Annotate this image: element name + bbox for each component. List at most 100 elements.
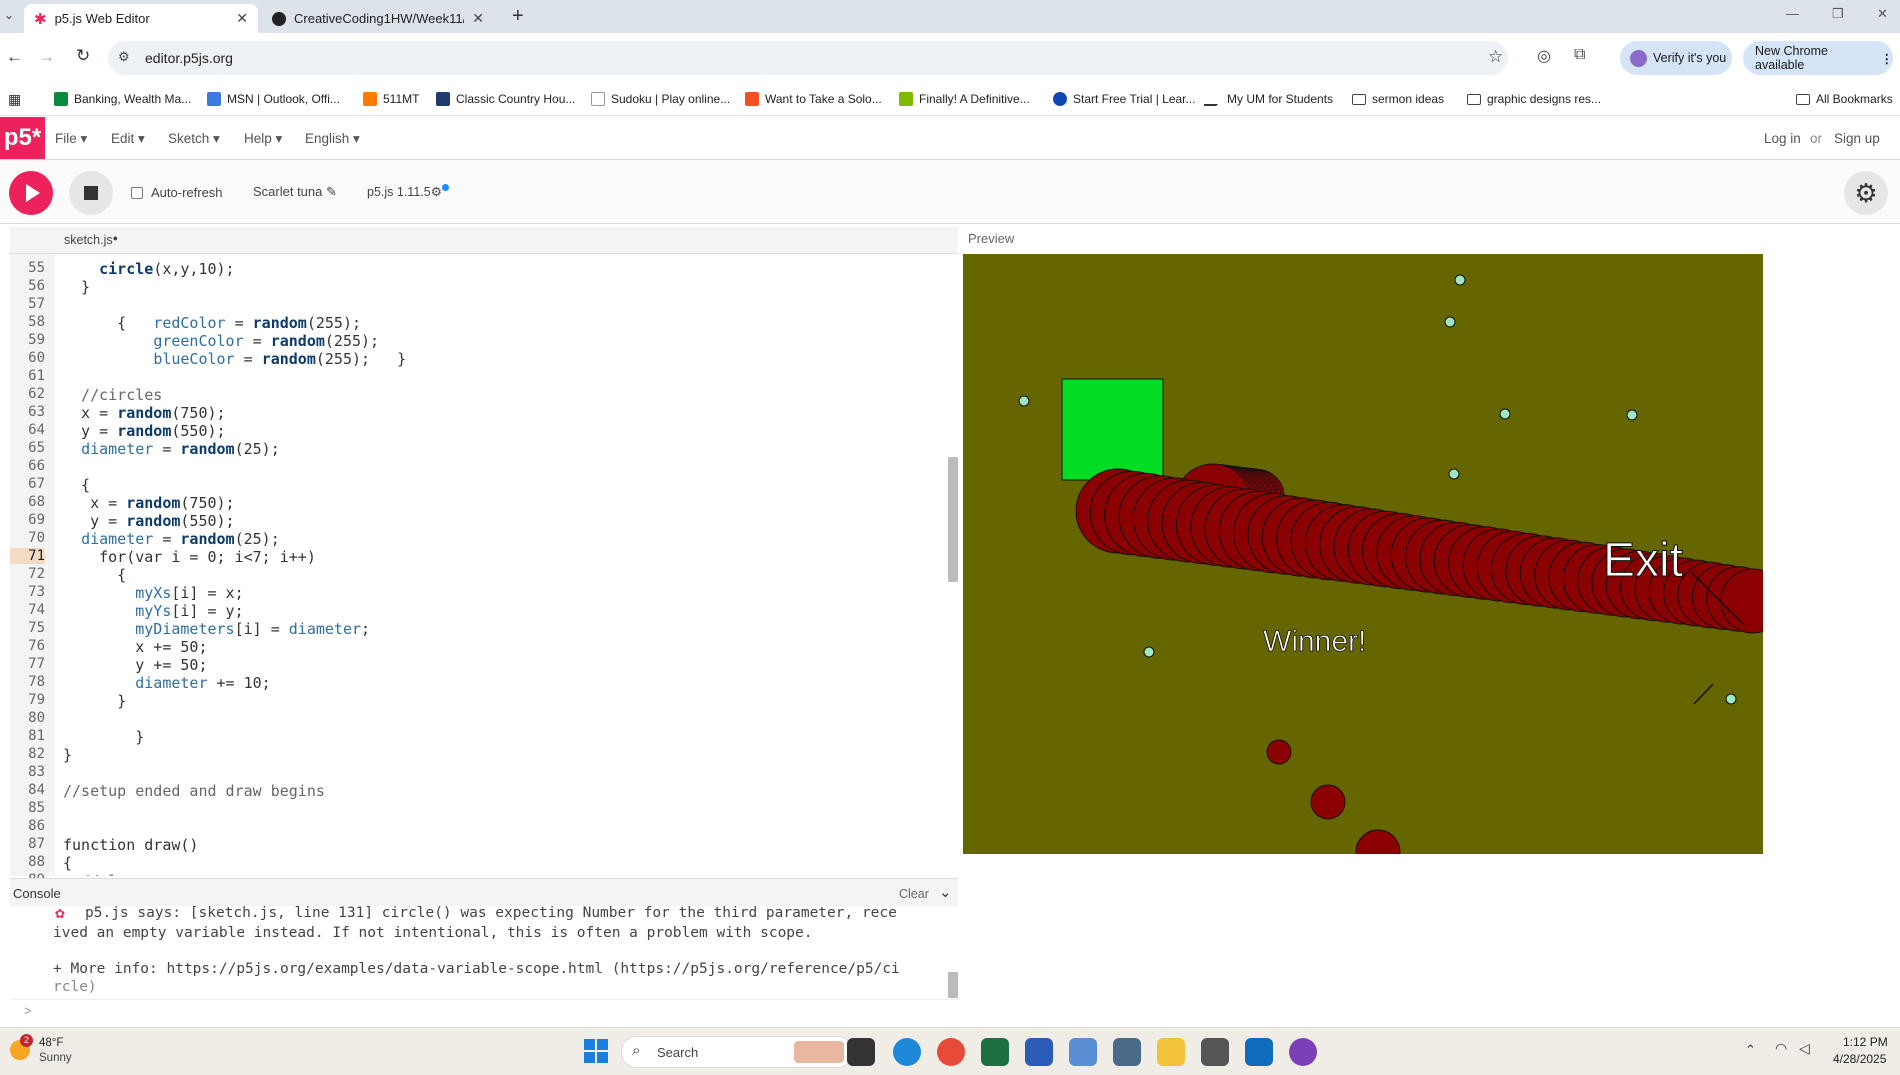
red-circle bbox=[1355, 829, 1401, 854]
file-tab[interactable]: sketch.js● bbox=[64, 233, 118, 247]
snipping-tool-icon[interactable] bbox=[1069, 1038, 1097, 1066]
bookmark-item[interactable]: Start Free Trial | Lear... bbox=[1053, 92, 1196, 106]
bookmark-item[interactable]: MSN | Outlook, Offi... bbox=[207, 92, 340, 106]
menu-sketch[interactable]: Sketch ▾ bbox=[168, 131, 220, 147]
bookmark-label: My UM for Students bbox=[1227, 92, 1334, 106]
clock-date[interactable]: 4/28/2025 bbox=[1833, 1052, 1886, 1066]
version-selector[interactable]: p5.js 1.11.5⚙ bbox=[367, 184, 449, 199]
all-bookmarks-folder[interactable]: All Bookmarks bbox=[1796, 92, 1893, 106]
reload-icon[interactable]: ↻ bbox=[76, 46, 90, 66]
bookmark-item[interactable]: Finally! A Definitive... bbox=[899, 92, 1030, 106]
word-icon[interactable] bbox=[1025, 1038, 1053, 1066]
bookmark-folder[interactable]: graphic designs res... bbox=[1467, 92, 1601, 106]
menu-file[interactable]: File ▾ bbox=[55, 131, 87, 147]
radio-favicon-icon bbox=[436, 92, 450, 106]
sketch-name[interactable]: Scarlet tuna ✎ bbox=[253, 184, 337, 200]
github-desktop-icon[interactable] bbox=[1289, 1038, 1317, 1066]
bookmark-label: Classic Country Hou... bbox=[456, 92, 576, 106]
close-window-icon[interactable]: ✕ bbox=[1877, 6, 1888, 22]
signup-link[interactable]: Sign up bbox=[1834, 131, 1880, 146]
p5-logo[interactable]: p5* bbox=[0, 117, 45, 159]
tab-list-dropdown-icon[interactable]: ⌄ bbox=[4, 8, 14, 22]
bookmark-item[interactable]: Want to Take a Solo... bbox=[745, 92, 882, 106]
line-number: 79 bbox=[28, 692, 45, 708]
editor-scrollbar[interactable] bbox=[948, 457, 958, 582]
sudoku-favicon-icon bbox=[591, 92, 605, 106]
code-editor[interactable]: circle(x,y,10); } { redColor = random(25… bbox=[55, 254, 948, 876]
bookmark-label: All Bookmarks bbox=[1816, 92, 1893, 106]
address-bar[interactable]: ⚙ editor.p5js.org ☆ bbox=[108, 41, 1508, 75]
console-message: ived an empty variable instead. If not i… bbox=[53, 925, 813, 941]
close-tab-icon[interactable]: ✕ bbox=[472, 10, 484, 27]
dot bbox=[1499, 408, 1511, 420]
menu-edit[interactable]: Edit ▾ bbox=[111, 131, 145, 147]
excel-icon[interactable] bbox=[981, 1038, 1009, 1066]
line-number: 60 bbox=[28, 350, 45, 366]
code-line: } bbox=[63, 728, 145, 746]
collapse-chevron-icon[interactable]: ⌄ bbox=[939, 883, 952, 901]
site-info-icon[interactable]: ⚙ bbox=[118, 49, 130, 65]
sketch-canvas[interactable]: Exit Winner! bbox=[963, 254, 1763, 854]
chrome-icon[interactable] bbox=[937, 1038, 965, 1066]
console-message: rcle) bbox=[53, 979, 97, 995]
code-line: { bbox=[63, 476, 91, 494]
folder-icon bbox=[1467, 93, 1481, 105]
pencil-icon[interactable]: ✎ bbox=[326, 184, 337, 199]
console-scrollbar[interactable] bbox=[948, 972, 958, 998]
line-number: 66 bbox=[28, 458, 45, 474]
tab-github[interactable]: CreativeCoding1HW/Week11/r ✕ bbox=[262, 4, 494, 33]
bookmark-item[interactable]: My UM for Students bbox=[1202, 92, 1334, 106]
taskbar-search[interactable]: ⌕ Search bbox=[621, 1036, 853, 1068]
bookmark-item[interactable]: Banking, Wealth Ma... bbox=[54, 92, 191, 106]
tab-p5-editor[interactable]: ✱ p5.js Web Editor ✕ bbox=[24, 4, 258, 33]
onedrive-icon[interactable] bbox=[1245, 1038, 1273, 1066]
bookmark-folder[interactable]: sermon ideas bbox=[1352, 92, 1444, 106]
play-button[interactable] bbox=[9, 171, 53, 215]
minimize-icon[interactable]: — bbox=[1786, 6, 1799, 21]
menu-help[interactable]: Help ▾ bbox=[244, 131, 282, 147]
tab-search-icon[interactable]: ◎ bbox=[1537, 46, 1551, 66]
auto-refresh-toggle[interactable]: Auto-refresh bbox=[131, 185, 223, 200]
restore-icon[interactable]: ❐ bbox=[1832, 6, 1844, 22]
console-link[interactable]: + More info: https://p5js.org/examples/d… bbox=[53, 961, 933, 977]
wifi-icon[interactable]: ◠ bbox=[1775, 1040, 1787, 1057]
windows-favicon-icon bbox=[745, 92, 759, 106]
new-tab-button[interactable]: + bbox=[512, 5, 524, 28]
show-hidden-icons-icon[interactable]: ⌃ bbox=[1745, 1042, 1756, 1058]
apps-grid-icon[interactable]: ▦ bbox=[8, 91, 21, 108]
bookmark-item[interactable]: Classic Country Hou... bbox=[436, 92, 575, 106]
511mt-favicon-icon bbox=[363, 92, 377, 106]
stop-button[interactable] bbox=[69, 171, 113, 215]
weather-widget[interactable]: 2 48°F Sunny bbox=[10, 1034, 80, 1068]
bookmark-item[interactable]: 511MT bbox=[363, 92, 419, 106]
extensions-icon[interactable]: ⧉ bbox=[1574, 46, 1585, 64]
auto-refresh-checkbox[interactable] bbox=[131, 186, 143, 199]
camera-icon[interactable] bbox=[1201, 1038, 1229, 1066]
calculator-icon[interactable] bbox=[1113, 1038, 1141, 1066]
line-gutter: 55 56 57 58 59 60 61 62 63 64 65 66 67 68 69 70 71 72 73 74… bbox=[10, 254, 55, 888]
code-line: x = random(750); bbox=[63, 404, 226, 422]
line-number: 85 bbox=[28, 800, 45, 816]
menu-language[interactable]: English ▾ bbox=[305, 131, 360, 147]
edge-icon[interactable] bbox=[893, 1038, 921, 1066]
task-view-icon[interactable] bbox=[847, 1038, 875, 1066]
more-menu-icon[interactable]: ⋮ bbox=[1881, 51, 1894, 66]
bookmark-star-icon[interactable]: ☆ bbox=[1488, 47, 1503, 67]
bookmark-item[interactable]: Sudoku | Play online... bbox=[591, 92, 730, 106]
back-icon[interactable]: ← bbox=[6, 47, 23, 67]
verify-button[interactable]: Verify it's you bbox=[1620, 41, 1732, 75]
line-number: 84 bbox=[28, 782, 45, 798]
file-explorer-icon[interactable] bbox=[1157, 1038, 1185, 1066]
console-clear-button[interactable]: Clear bbox=[899, 887, 929, 901]
console-input[interactable]: > bbox=[10, 999, 958, 1023]
line-number: 65 bbox=[28, 440, 45, 456]
volume-icon[interactable]: ◁ bbox=[1799, 1040, 1810, 1057]
dot bbox=[1626, 409, 1638, 421]
start-button[interactable] bbox=[584, 1039, 608, 1063]
close-tab-icon[interactable]: ✕ bbox=[236, 10, 248, 27]
clock-time[interactable]: 1:12 PM bbox=[1843, 1035, 1888, 1049]
chrome-update-button[interactable]: New Chrome available ⋮ bbox=[1743, 41, 1893, 75]
login-link[interactable]: Log in bbox=[1764, 131, 1801, 146]
forward-icon[interactable]: → bbox=[38, 47, 55, 67]
preferences-button[interactable]: ⚙ bbox=[1844, 171, 1888, 215]
